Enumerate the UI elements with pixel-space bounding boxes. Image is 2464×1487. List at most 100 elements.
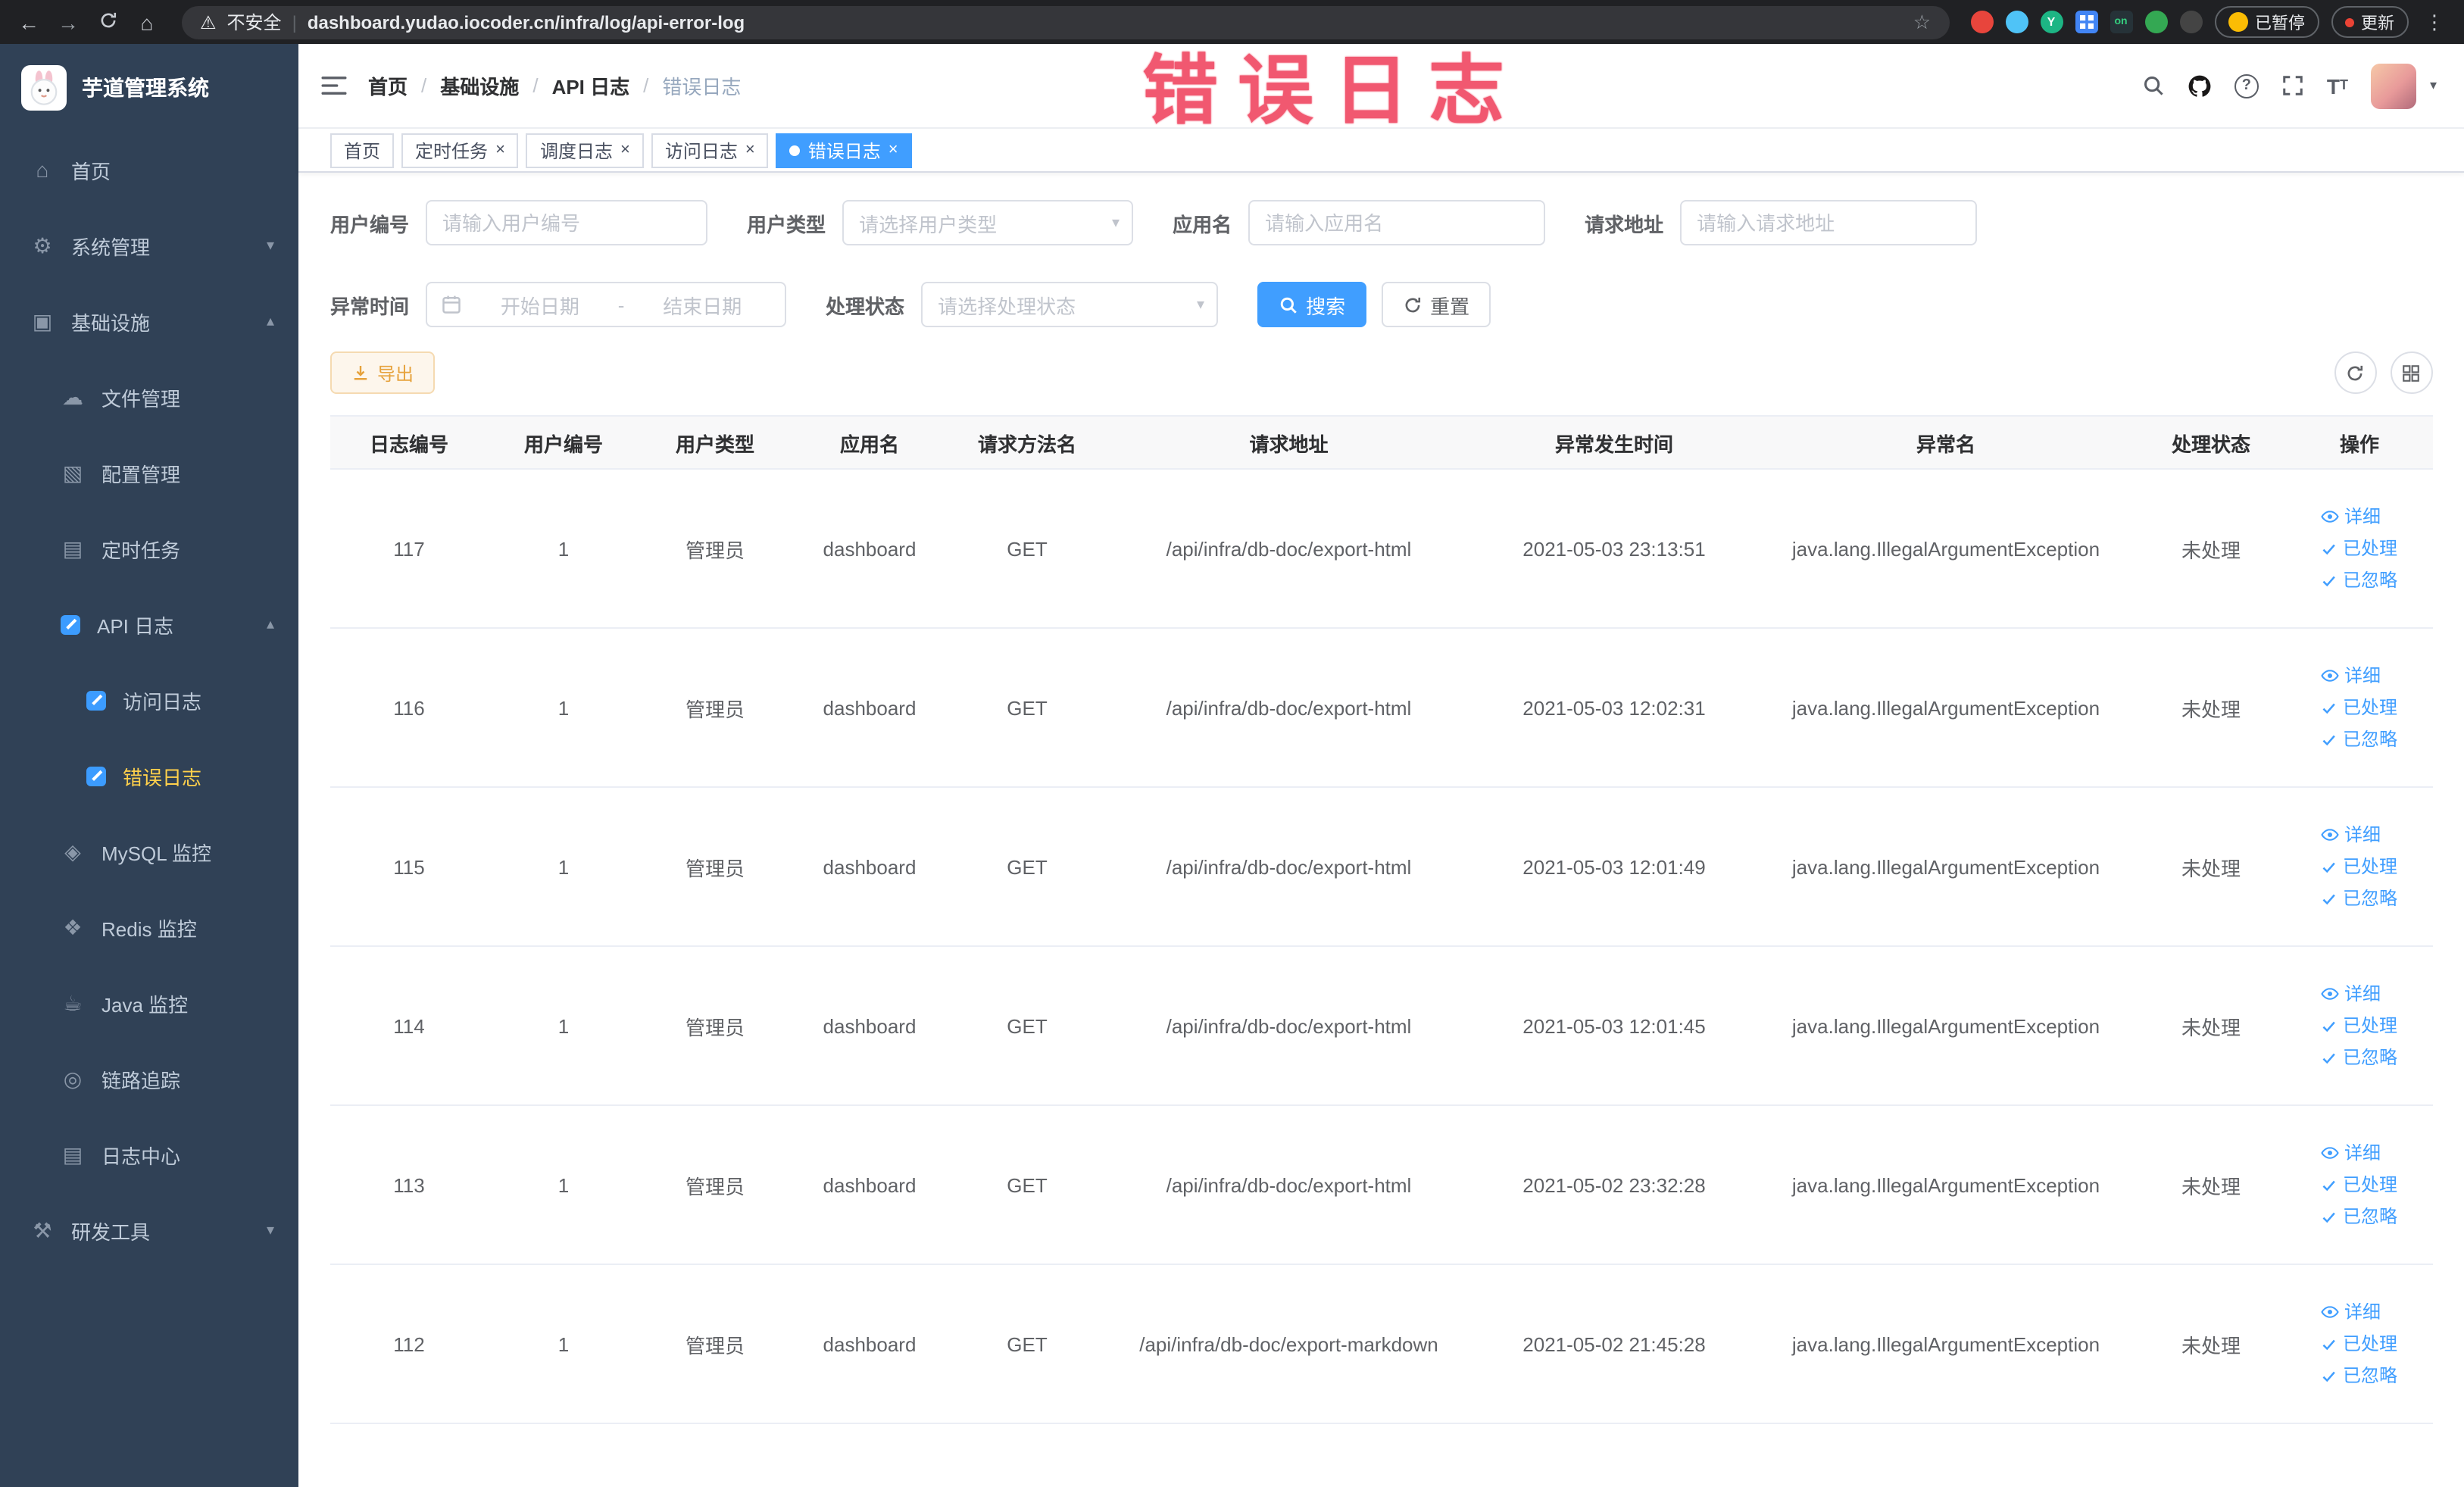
chevron-down-icon[interactable]: ▾ — [2430, 77, 2437, 94]
sidebar-item-dev-tools[interactable]: ⚒ 研发工具 ▾ — [0, 1192, 298, 1268]
search-icon[interactable] — [2142, 74, 2165, 97]
cell-request-url: /api/infra/db-doc/export-markdown — [1139, 1332, 1438, 1355]
tab-close-icon[interactable]: × — [620, 141, 630, 158]
action-processed[interactable]: 已处理 — [2322, 698, 2397, 717]
filter-status: 处理状态 请选择处理状态 ▾ — [826, 282, 1219, 327]
user-id-label: 用户编号 — [330, 213, 410, 236]
action-processed[interactable]: 已处理 — [2322, 858, 2397, 876]
action-processed[interactable]: 已处理 — [2322, 1335, 2397, 1353]
home-icon[interactable]: ⌂ — [133, 11, 161, 33]
reload-icon[interactable] — [94, 11, 121, 33]
filter-row: 用户编号 用户类型 请选择用户类型 ▾ 应用名 — [330, 200, 2432, 245]
chrome-menu-icon[interactable]: ⋮ — [2420, 10, 2449, 34]
tags-view: 首页 定时任务 × 调度日志 × 访问日志 × 错误日志 × — [298, 129, 2464, 173]
address-bar[interactable]: ⚠ 不安全 | dashboard.yudao.iocoder.cn/infra… — [182, 5, 1949, 39]
breadcrumb-home[interactable]: 首页 — [368, 71, 408, 100]
user-type-label: 用户类型 — [747, 213, 826, 236]
tab-error-log[interactable]: 错误日志 × — [776, 133, 912, 167]
avatar[interactable] — [2370, 63, 2416, 108]
extension-icon[interactable]: Y — [2040, 11, 2063, 33]
sidebar-item-home[interactable]: ⌂ 首页 — [0, 132, 298, 208]
action-ignored[interactable]: 已忽略 — [2322, 571, 2397, 589]
sidebar-item-log-center[interactable]: ▤ 日志中心 — [0, 1117, 298, 1192]
extension-icon[interactable] — [2005, 11, 2028, 33]
help-icon[interactable]: ? — [2234, 73, 2259, 98]
sidebar-item-system[interactable]: ⚙ 系统管理 ▾ — [0, 208, 298, 283]
extension-pin-icon[interactable] — [2179, 11, 2202, 33]
action-detail[interactable]: 详细 — [2322, 826, 2381, 844]
logo[interactable]: 芋道管理系统 — [0, 44, 298, 132]
date-range-picker[interactable]: 开始日期 - 结束日期 — [426, 282, 787, 327]
request-url-input[interactable] — [1680, 200, 1978, 245]
user-type-select[interactable]: 请选择用户类型 ▾ — [842, 200, 1134, 245]
font-size-icon[interactable]: TT — [2327, 75, 2348, 96]
action-ignored[interactable]: 已忽略 — [2322, 1207, 2397, 1226]
breadcrumb-infra[interactable]: 基础设施 — [440, 71, 519, 100]
tab-job-log[interactable]: 调度日志 × — [526, 133, 644, 167]
breadcrumb-separator: / — [643, 74, 649, 97]
tab-close-icon[interactable]: × — [888, 141, 898, 158]
tab-close-icon[interactable]: × — [745, 141, 755, 158]
action-processed[interactable]: 已处理 — [2322, 1176, 2397, 1194]
update-notification-dot — [2344, 17, 2353, 27]
status-select[interactable]: 请选择处理状态 ▾ — [921, 282, 1219, 327]
chevron-down-icon: ▾ — [1197, 296, 1205, 313]
action-detail[interactable]: 详细 — [2322, 667, 2381, 685]
export-button[interactable]: 导出 — [330, 351, 436, 394]
back-icon[interactable]: ← — [15, 11, 42, 33]
tab-access-log[interactable]: 访问日志 × — [651, 133, 769, 167]
extension-leaf-icon[interactable] — [2144, 11, 2167, 33]
sidebar-item-config[interactable]: ▧ 配置管理 — [0, 435, 298, 511]
action-ignored[interactable]: 已忽略 — [2322, 730, 2397, 748]
cell-request-method: GET — [1007, 1014, 1048, 1037]
sidebar-item-redis[interactable]: ❖ Redis 监控 — [0, 889, 298, 965]
forward-icon[interactable]: → — [55, 11, 82, 33]
sidebar-item-infra[interactable]: ▣ 基础设施 ▴ — [0, 283, 298, 359]
database-icon: ◈ — [64, 839, 81, 864]
fullscreen-icon[interactable] — [2281, 74, 2304, 97]
github-icon[interactable] — [2188, 73, 2212, 98]
sidebar-item-file[interactable]: ☁ 文件管理 — [0, 359, 298, 435]
exception-time-label: 异常时间 — [330, 295, 410, 317]
user-id-input[interactable] — [426, 200, 708, 245]
action-detail[interactable]: 详细 — [2322, 1303, 2381, 1321]
cell-process-status: 未处理 — [2181, 1334, 2241, 1357]
coffee-icon: ☕ — [63, 991, 83, 1015]
action-ignored[interactable]: 已忽略 — [2322, 1048, 2397, 1067]
browser-update-button[interactable]: 更新 — [2331, 6, 2408, 38]
action-detail[interactable]: 详细 — [2322, 1144, 2381, 1162]
action-processed[interactable]: 已处理 — [2322, 539, 2397, 558]
sidebar-item-job[interactable]: ▤ 定时任务 — [0, 511, 298, 586]
tab-close-icon[interactable]: × — [495, 141, 505, 158]
sidebar-item-error-log[interactable]: 错误日志 — [0, 738, 298, 814]
extension-on-icon[interactable]: on — [2110, 11, 2132, 33]
sidebar-item-trace[interactable]: ◎ 链路追踪 — [0, 1041, 298, 1117]
extension-icon[interactable] — [1970, 11, 1993, 33]
sidebar-item-api-log[interactable]: API 日志 ▴ — [0, 586, 298, 662]
sidebar-item-java[interactable]: ☕ Java 监控 — [0, 965, 298, 1041]
cell-process-status: 未处理 — [2181, 539, 2241, 561]
profile-paused-button[interactable]: 已暂停 — [2214, 6, 2319, 38]
app-name-input[interactable] — [1248, 200, 1546, 245]
action-ignored[interactable]: 已忽略 — [2322, 1367, 2397, 1385]
breadcrumb-api-log[interactable]: API 日志 — [552, 71, 630, 100]
sidebar-toggle-button[interactable] — [321, 76, 347, 95]
tab-job[interactable]: 定时任务 × — [401, 133, 519, 167]
monitor-icon: ▣ — [32, 309, 53, 333]
sidebar-item-mysql[interactable]: ◈ MySQL 监控 — [0, 814, 298, 889]
sidebar-item-access-log[interactable]: 访问日志 — [0, 662, 298, 738]
chevron-up-icon: ▴ — [266, 616, 274, 633]
tab-home[interactable]: 首页 — [330, 133, 395, 167]
action-detail[interactable]: 详细 — [2322, 508, 2381, 526]
action-ignored[interactable]: 已忽略 — [2322, 889, 2397, 908]
refresh-button[interactable] — [2334, 351, 2376, 394]
extension-grid-icon[interactable] — [2075, 11, 2097, 33]
reset-button[interactable]: 重置 — [1382, 282, 1491, 327]
url-text[interactable]: dashboard.yudao.iocoder.cn/infra/log/api… — [308, 11, 745, 33]
search-button[interactable]: 搜索 — [1257, 282, 1367, 327]
column-settings-button[interactable] — [2390, 351, 2432, 394]
action-processed[interactable]: 已处理 — [2322, 1017, 2397, 1035]
action-detail[interactable]: 详细 — [2322, 985, 2381, 1003]
bookmark-star-icon[interactable]: ☆ — [1913, 10, 1931, 34]
cell-log-id: 114 — [393, 1014, 425, 1037]
